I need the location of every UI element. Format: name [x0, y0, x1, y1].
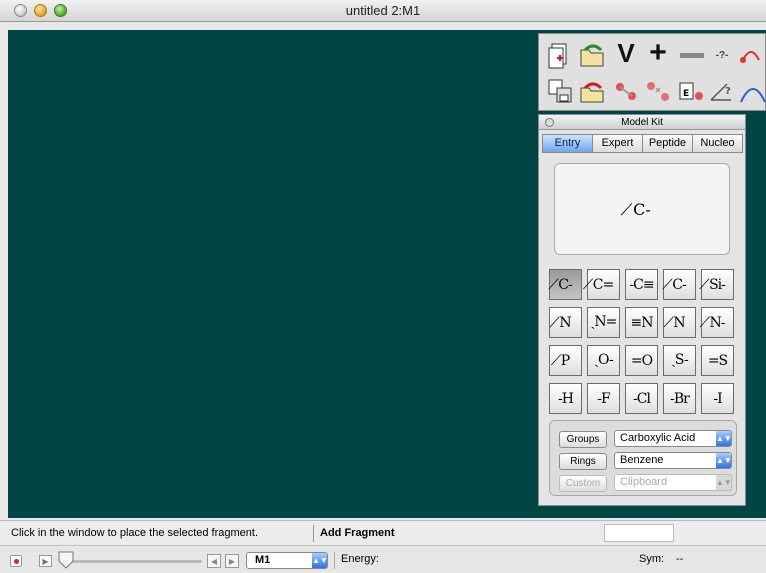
close-icon[interactable] — [545, 118, 554, 127]
model-kit-titlebar[interactable]: Model Kit — [539, 115, 745, 130]
fragment-button[interactable]: =O — [625, 345, 658, 376]
frame-slider-track[interactable] — [62, 560, 202, 563]
chevron-updown-icon: ▲▼ — [716, 453, 732, 468]
sym-value: -- — [676, 553, 684, 565]
step-forward-button[interactable]: ▶ — [225, 554, 239, 568]
torsion-icon[interactable] — [735, 38, 766, 72]
save-as-icon[interactable] — [575, 74, 609, 108]
query-icon[interactable]: -?- — [705, 38, 739, 72]
energy-icon[interactable]: E — [675, 74, 709, 108]
model-kit-panel: Model Kit Entry Expert Peptide Nucleo ̸C… — [538, 114, 746, 506]
custom-select-value: Clipboard — [620, 476, 668, 488]
groups-select[interactable]: Carboxylic Acid ▲▼ — [614, 430, 732, 447]
groups-select-value: Carboxylic Acid — [620, 432, 696, 444]
fragment-button[interactable]: ≡N — [625, 307, 658, 338]
angle-icon[interactable]: ? — [705, 74, 739, 108]
status-divider — [313, 525, 314, 542]
status-message: Click in the window to place the selecte… — [11, 527, 259, 539]
fragment-button[interactable]: -I — [701, 383, 734, 414]
playback-bar: ▶ ◀ ▶ M1 ▲▼ Energy: Sym: -- — [0, 545, 766, 573]
delete-icon[interactable] — [675, 38, 709, 72]
open-icon[interactable] — [575, 38, 609, 72]
fragment-preview: ̸C- — [554, 163, 730, 255]
rings-select[interactable]: Benzene ▲▼ — [614, 452, 732, 469]
step-back-button[interactable]: ◀ — [207, 554, 221, 568]
custom-button[interactable]: Custom — [559, 475, 607, 492]
break-bond-icon[interactable] — [641, 74, 675, 108]
rings-select-value: Benzene — [620, 454, 664, 466]
status-bar: Click in the window to place the selecte… — [0, 520, 766, 544]
fragment-button[interactable]: ̸P — [549, 345, 582, 376]
bottom-divider — [334, 552, 335, 569]
fragment-button[interactable]: ˎN= — [587, 307, 620, 338]
model-select[interactable]: M1 ▲▼ — [246, 552, 328, 569]
new-document-icon[interactable] — [543, 38, 577, 72]
window-title: untitled 2:M1 — [345, 3, 421, 18]
fragment-button[interactable]: ̸C= — [587, 269, 620, 300]
model-select-value: M1 — [255, 554, 271, 566]
tab-nucleo[interactable]: Nucleo — [692, 134, 743, 153]
fragment-button[interactable]: ˎO- — [587, 345, 620, 376]
fragment-button[interactable]: ̸N — [549, 307, 582, 338]
tab-expert[interactable]: Expert — [592, 134, 643, 153]
chevron-updown-icon: ▲▼ — [716, 475, 732, 490]
fragment-button[interactable]: ̸N- — [701, 307, 734, 338]
model-kit-tabs: Entry Expert Peptide Nucleo — [542, 134, 743, 153]
fragment-button[interactable]: -Br — [663, 383, 696, 414]
svg-text:?: ? — [725, 86, 731, 97]
fragment-button[interactable]: ̸C- — [663, 269, 696, 300]
mode-label: Add Fragment — [320, 527, 395, 539]
custom-select[interactable]: Clipboard ▲▼ — [614, 474, 732, 491]
play-button[interactable]: ▶ — [39, 555, 52, 567]
chevron-updown-icon: ▲▼ — [312, 553, 328, 568]
fragment-button[interactable]: ̸C- — [549, 269, 582, 300]
preview-fragment-label: ̸C- — [633, 199, 651, 219]
groups-button[interactable]: Groups — [559, 431, 607, 448]
tab-entry[interactable]: Entry — [542, 134, 593, 153]
window-titlebar[interactable]: untitled 2:M1 — [0, 0, 766, 22]
fragment-button[interactable]: ˎS- — [663, 345, 696, 376]
rings-button[interactable]: Rings — [559, 453, 607, 470]
sym-label: Sym: — [639, 553, 665, 565]
chevron-updown-icon: ▲▼ — [716, 431, 732, 446]
fragment-libraries: Groups Carboxylic Acid ▲▼ Rings Benzene … — [549, 420, 737, 496]
record-button[interactable] — [10, 555, 22, 567]
fragment-button[interactable]: =S — [701, 345, 734, 376]
svg-text:E: E — [683, 89, 689, 99]
frame-slider-knob[interactable] — [58, 551, 74, 569]
fragment-button[interactable]: -C≡ — [625, 269, 658, 300]
fragment-button[interactable]: ̸Si- — [701, 269, 734, 300]
model-kit-title: Model Kit — [621, 117, 663, 128]
tab-peptide[interactable]: Peptide — [642, 134, 693, 153]
tool-palette: V + -?- E ? — [538, 33, 766, 111]
save-icon[interactable] — [543, 74, 577, 108]
fragment-button[interactable]: -Cl — [625, 383, 658, 414]
fragment-button[interactable]: -H — [549, 383, 582, 414]
status-field — [604, 524, 674, 542]
curve-icon[interactable] — [735, 74, 766, 108]
add-icon[interactable]: + — [641, 36, 675, 70]
bond-icon[interactable] — [609, 74, 643, 108]
view-icon[interactable]: V — [609, 36, 643, 70]
fragment-button[interactable]: -F — [587, 383, 620, 414]
fragment-button[interactable]: ̸N — [663, 307, 696, 338]
energy-label: Energy: — [341, 553, 379, 565]
